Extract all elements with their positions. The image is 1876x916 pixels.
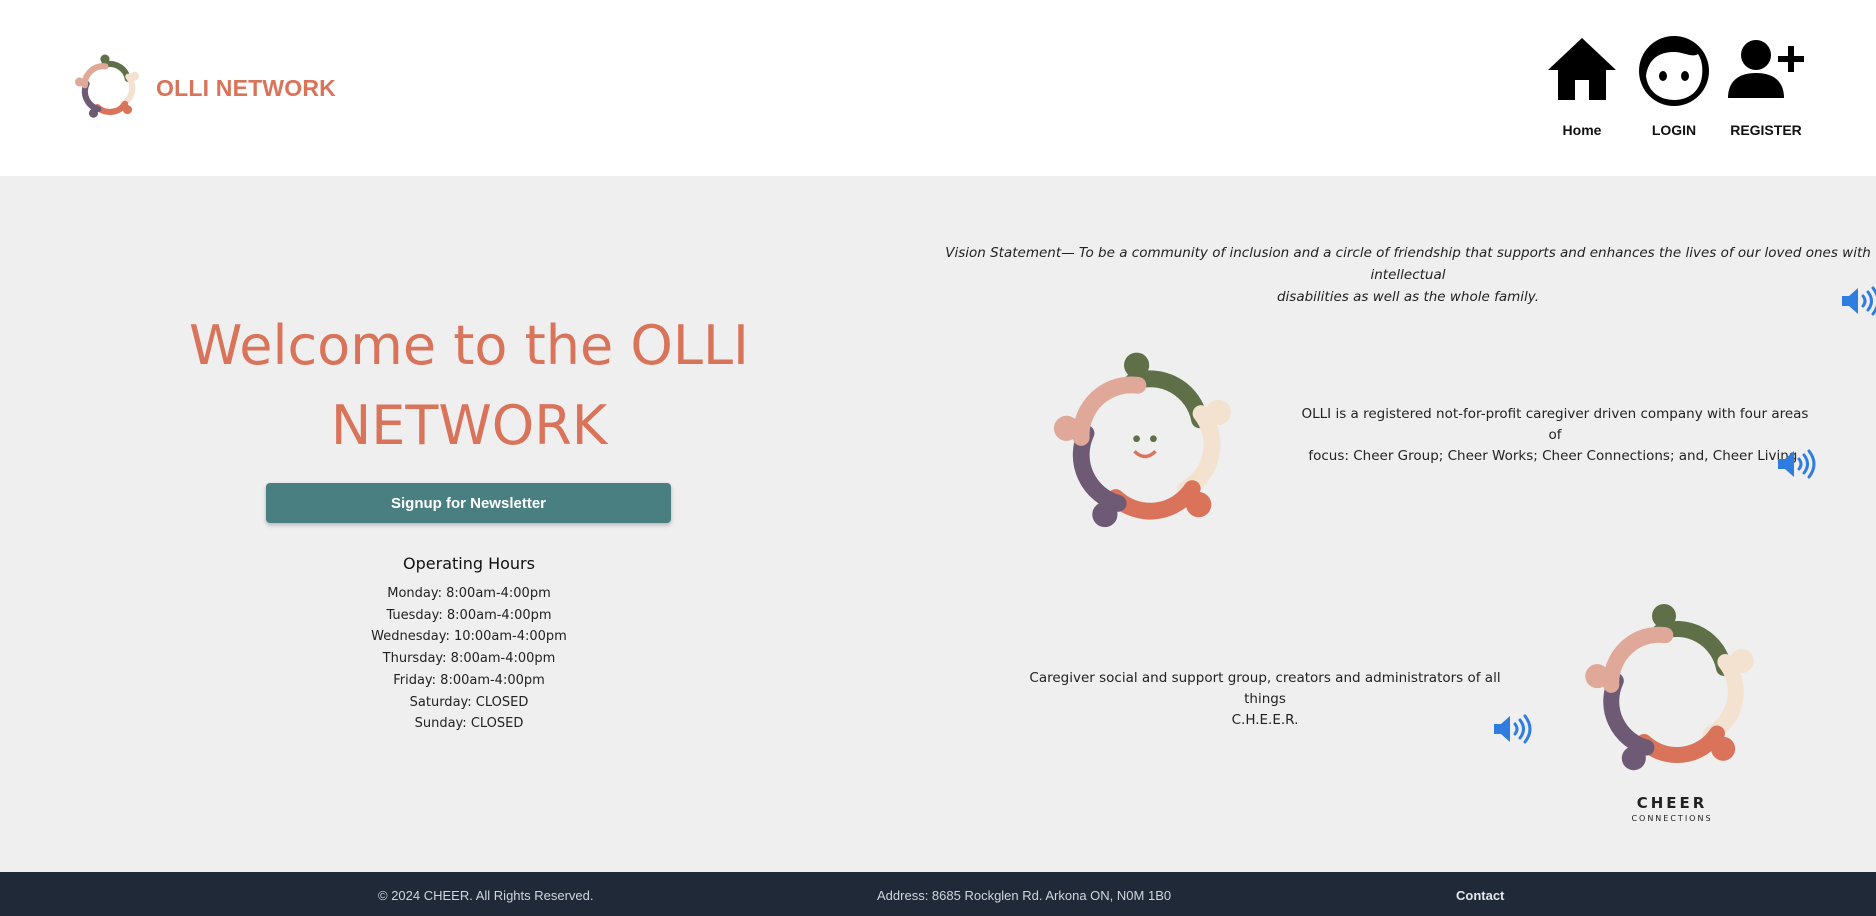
newsletter-signup-button[interactable]: Signup for Newsletter (266, 483, 671, 523)
nav-login[interactable]: LOGIN (1634, 30, 1714, 138)
hours-item: Sunday: CLOSED (414, 716, 524, 732)
cheer-logo-icon (1585, 604, 1754, 771)
home-icon (1548, 38, 1616, 100)
nav-register[interactable]: REGISTER (1726, 30, 1806, 138)
main-nav: Home LOGIN REGISTER (1542, 30, 1806, 138)
cheer-line-1: Caregiver social and support group, crea… (1029, 670, 1501, 707)
footer-copyright: © 2024 CHEER. All Rights Reserved. (378, 888, 594, 903)
nav-register-label: REGISTER (1730, 122, 1802, 138)
hours-list: Monday: 8:00am-4:00pm Tuesday: 8:00am-4:… (0, 583, 938, 735)
footer-contact-link[interactable]: Contact (1456, 888, 1504, 903)
cheer-logo-word: CHEER (1636, 794, 1708, 812)
nav-login-label: LOGIN (1651, 122, 1697, 138)
welcome-title: Welcome to the OLLI NETWORK (0, 306, 938, 466)
cheer-connections-logo: CHEER CONNECTIONS (1570, 592, 1774, 832)
read-aloud-olli-button[interactable] (1776, 449, 1816, 479)
footer-address: Address: 8685 Rockglen Rd. Arkona ON, N0… (877, 888, 1172, 903)
hours-item: Saturday: CLOSED (409, 694, 529, 710)
face-icon (1639, 36, 1709, 106)
site-header: OLLI NETWORK Home LOGIN REGISTER (0, 0, 1876, 176)
olli-logo-large (1040, 340, 1250, 550)
vision-line-1: Vision Statement— To be a community of i… (945, 245, 1871, 283)
read-aloud-cheer-button[interactable] (1492, 714, 1532, 744)
olli-logo-icon (1053, 352, 1231, 528)
vision-statement: Vision Statement— To be a community of i… (944, 242, 1872, 308)
olli-line-1: OLLI is a registered not-for-profit care… (1301, 406, 1809, 443)
cheer-description: Caregiver social and support group, crea… (1015, 668, 1515, 731)
brand-name: OLLI NETWORK (156, 74, 336, 101)
brand-logo-link[interactable]: OLLI NETWORK (70, 50, 336, 126)
operating-hours: Operating Hours Monday: 8:00am-4:00pm Tu… (0, 554, 938, 735)
add-user-icon (1728, 40, 1804, 98)
speaker-icon (1778, 449, 1816, 479)
read-aloud-vision-button[interactable] (1840, 286, 1876, 316)
site-footer: © 2024 CHEER. All Rights Reserved. Addre… (0, 872, 1876, 916)
hours-item: Thursday: 8:00am-4:00pm (382, 651, 556, 667)
hours-item: Wednesday: 10:00am-4:00pm (371, 629, 567, 645)
cheer-logo-subtitle: CONNECTIONS (1631, 814, 1713, 823)
olli-description: OLLI is a registered not-for-profit care… (1300, 404, 1810, 467)
speaker-icon (1494, 714, 1532, 744)
hero-section: Welcome to the OLLI NETWORK Signup for N… (0, 176, 938, 872)
hours-item: Monday: 8:00am-4:00pm (387, 586, 551, 601)
nav-home[interactable]: Home (1542, 30, 1622, 138)
welcome-line-2: NETWORK (330, 394, 608, 457)
operating-hours-title: Operating Hours (403, 554, 535, 573)
olli-logo-icon (75, 54, 140, 118)
hours-item: Tuesday: 8:00am-4:00pm (386, 607, 552, 623)
nav-home-label: Home (1562, 122, 1602, 138)
welcome-line-1: Welcome to the OLLI (189, 314, 749, 377)
speaker-icon (1842, 286, 1876, 316)
hours-item: Friday: 8:00am-4:00pm (393, 672, 545, 688)
olli-line-2: focus: Cheer Group; Cheer Works; Cheer C… (1308, 448, 1802, 464)
cheer-line-2: C.H.E.E.R. (1231, 712, 1299, 728)
vision-line-2: disabilities as well as the whole family… (1276, 289, 1540, 305)
